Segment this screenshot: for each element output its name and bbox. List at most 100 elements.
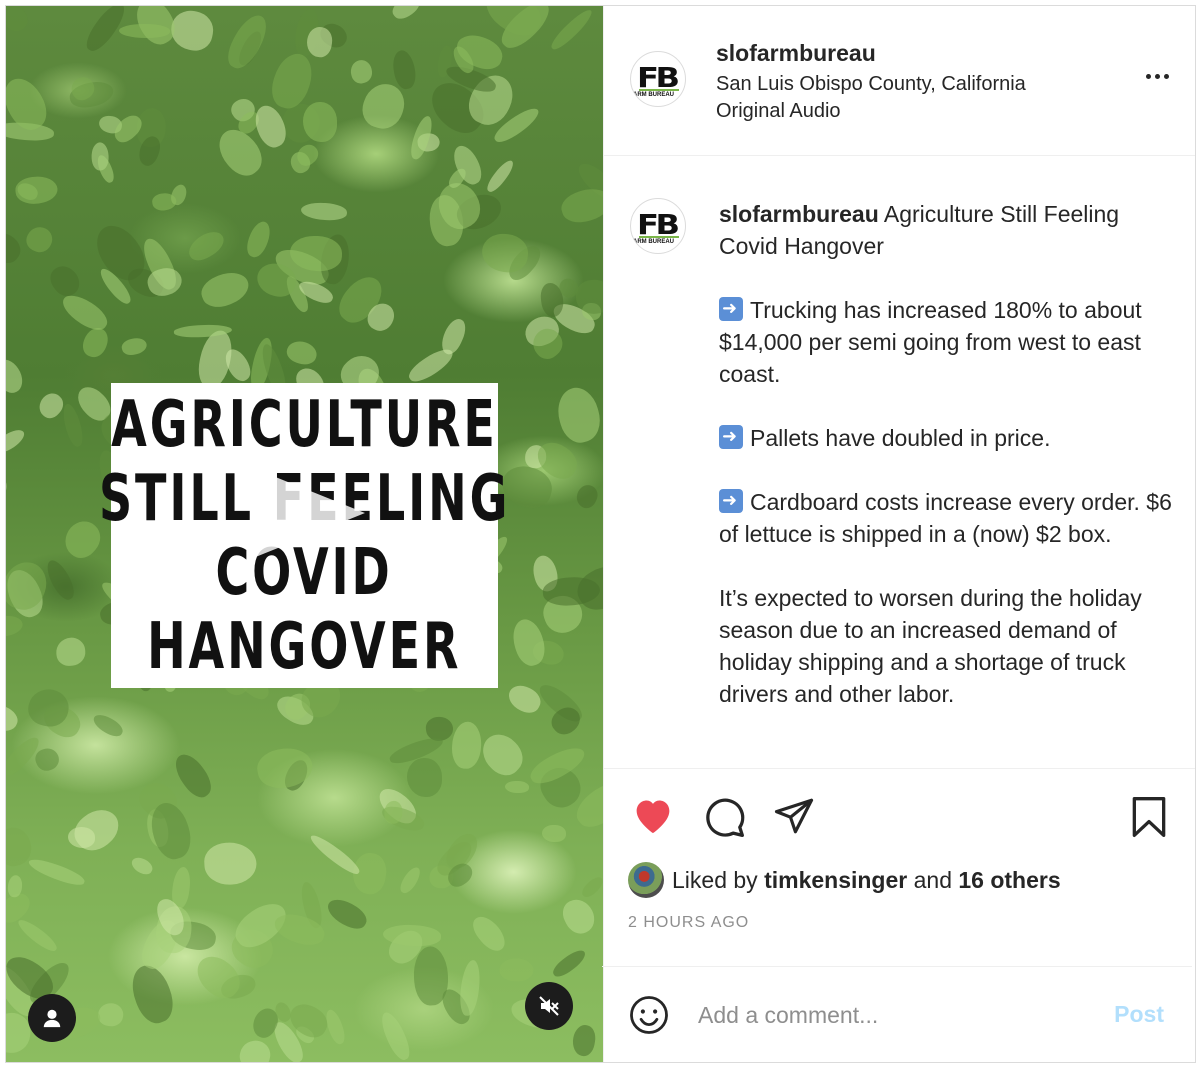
leaf-shape: [96, 1001, 125, 1029]
leaf-shape: [184, 226, 229, 266]
leaf-shape: [551, 383, 603, 448]
leaf-shape: [89, 711, 126, 741]
avatar[interactable]: FB ARM BUREAU: [630, 51, 686, 107]
post-dialog: AGRICULTURE STILL FEELING COVID HANGOVER: [5, 5, 1196, 1063]
leaf-shape: [255, 744, 316, 793]
leaf-shape: [570, 1023, 598, 1058]
heart-icon: [636, 800, 670, 834]
leaf-shape: [55, 636, 87, 667]
action-bar: [604, 769, 1195, 857]
leaf-shape: [504, 680, 545, 717]
leaf-shape: [483, 156, 517, 195]
leaf-shape: [479, 231, 530, 275]
right-arrow-icon: [719, 425, 743, 449]
likes-text[interactable]: Liked by timkensinger and 16 others: [672, 867, 1061, 894]
mute-button[interactable]: [525, 982, 573, 1030]
play-icon[interactable]: [253, 468, 365, 558]
leaf-shape: [6, 228, 27, 269]
leaf-shape: [548, 6, 596, 54]
leaf-shape: [397, 864, 424, 896]
caption: slofarmbureau Agriculture Still Feeling …: [719, 198, 1179, 742]
overlay-line: HANGOVER: [147, 609, 462, 684]
leaf-shape: [42, 556, 79, 604]
leaf-shape: [6, 874, 23, 898]
leaf-shape: [303, 101, 338, 142]
leaf-shape: [34, 389, 68, 423]
like-button[interactable]: [630, 795, 676, 840]
leaf-shape: [557, 894, 600, 939]
leaf-shape: [300, 201, 348, 221]
leaf-shape: [323, 894, 372, 935]
overlay-line: AGRICULTURE: [111, 387, 498, 462]
caption-area[interactable]: FB ARM BUREAU slofarmbureau Agriculture …: [604, 156, 1195, 769]
likes-others-link[interactable]: 16 others: [958, 867, 1060, 893]
logo-bar: [639, 236, 679, 238]
post-header: FB ARM BUREAU slofarmbureau San Luis Obi…: [604, 6, 1195, 156]
username-link[interactable]: slofarmbureau: [716, 40, 876, 67]
liker-username[interactable]: timkensinger: [764, 867, 907, 893]
caption-paragraph: It’s expected to worsen during the holid…: [719, 585, 1142, 707]
caption-bullet: Cardboard costs increase every order. $6…: [719, 489, 1172, 547]
leaf-shape: [376, 1009, 415, 1062]
leaf-shape: [26, 855, 87, 889]
user-icon: [43, 1009, 61, 1028]
share-icon: [774, 798, 814, 834]
save-button[interactable]: [1129, 795, 1169, 844]
avatar[interactable]: [628, 862, 664, 898]
right-arrow-icon: [719, 297, 743, 321]
comment-bar: Post: [602, 966, 1192, 1062]
comment-icon: [706, 798, 745, 837]
leaf-shape: [388, 6, 425, 24]
leaf-shape: [237, 1037, 274, 1062]
leaf-shape: [6, 6, 32, 36]
speaker-muted-icon: [539, 996, 559, 1016]
leaf-shape: [457, 959, 482, 1018]
leaf-shape: [284, 337, 320, 368]
share-button[interactable]: [772, 795, 816, 842]
leaf-shape: [196, 266, 253, 314]
leaf-shape: [22, 222, 56, 257]
post-comment-button[interactable]: Post: [1114, 1001, 1164, 1028]
post-sidebar: FB ARM BUREAU slofarmbureau San Luis Obi…: [603, 6, 1195, 1062]
video-player[interactable]: AGRICULTURE STILL FEELING COVID HANGOVER: [6, 6, 603, 1062]
caption-username[interactable]: slofarmbureau: [719, 201, 879, 227]
avatar[interactable]: FB ARM BUREAU: [630, 198, 686, 254]
leaf-shape: [437, 315, 470, 357]
leaf-shape: [243, 218, 274, 261]
leaf-shape: [6, 556, 52, 616]
likes-row[interactable]: Liked by timkensinger and 16 others: [628, 862, 1061, 898]
leaf-shape: [383, 800, 403, 825]
leaf-shape: [389, 48, 419, 91]
comment-input[interactable]: [698, 997, 1078, 1033]
leaf-shape: [15, 915, 61, 955]
leaf-shape: [451, 721, 482, 770]
leaf-shape: [44, 260, 85, 302]
more-options-icon[interactable]: [1146, 74, 1169, 79]
leaf-shape: [573, 481, 602, 512]
leaf-shape: [467, 911, 510, 957]
caption-bullet: Pallets have doubled in price.: [750, 425, 1051, 451]
leaf-shape: [120, 335, 149, 358]
leaf-shape: [6, 425, 28, 457]
likes-conj: and: [913, 866, 952, 893]
likes-prefix: Liked by: [672, 866, 758, 893]
bookmark-icon: [1132, 797, 1166, 837]
leaf-shape: [6, 474, 10, 505]
leaf-shape: [474, 727, 530, 783]
logo-bar: [639, 89, 679, 91]
right-arrow-icon: [719, 489, 743, 513]
comment-button[interactable]: [702, 795, 746, 844]
leaf-shape: [499, 957, 535, 983]
tagged-users-button[interactable]: [28, 994, 76, 1042]
leaf-shape: [168, 748, 218, 803]
logo-subtext: ARM BUREAU: [633, 239, 674, 245]
leaf-shape: [579, 874, 603, 901]
leaf-shape: [549, 945, 589, 981]
audio-link[interactable]: Original Audio: [716, 100, 841, 123]
leaf-shape: [407, 758, 442, 797]
leaf-shape: [6, 613, 25, 640]
emoji-button[interactable]: [628, 994, 670, 1041]
location-link[interactable]: San Luis Obispo County, California: [716, 73, 1026, 96]
leaf-shape: [557, 183, 603, 228]
smiley-icon: [630, 996, 668, 1034]
